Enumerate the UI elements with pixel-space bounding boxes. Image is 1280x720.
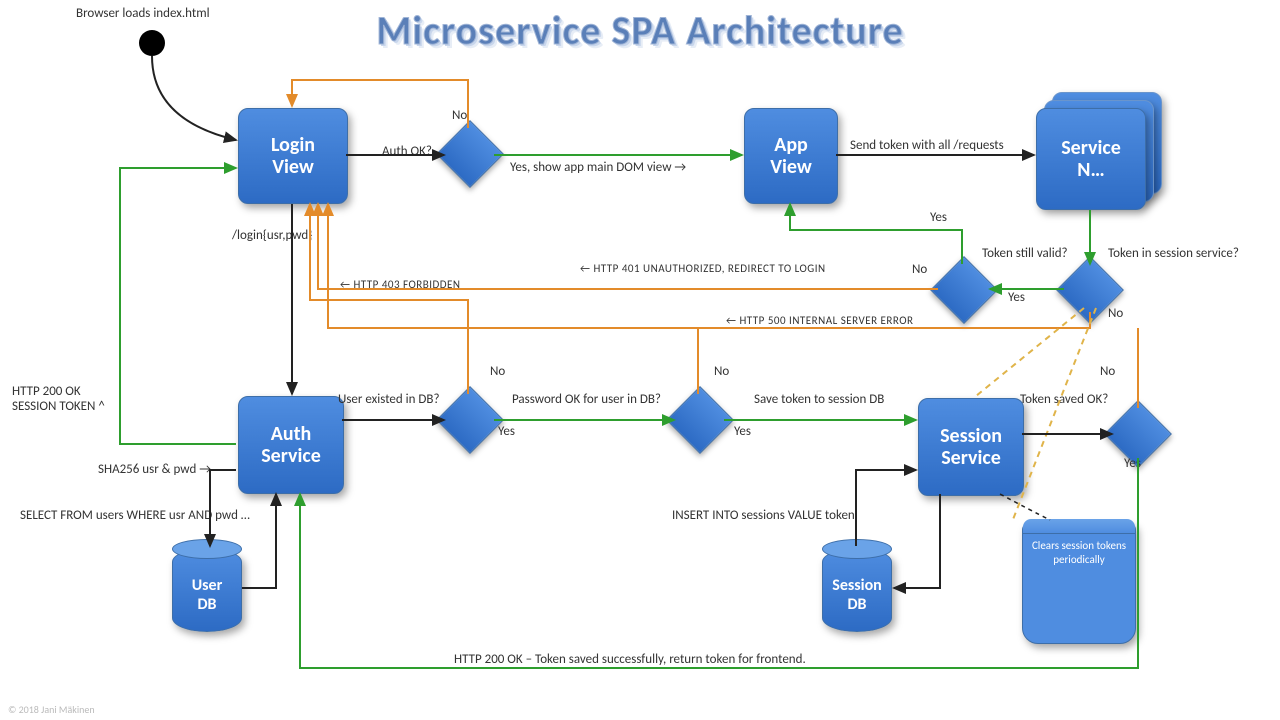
node-session-db: SessionDB <box>822 548 892 632</box>
label-yes-tis-up: Yes <box>930 210 947 225</box>
start-node <box>139 30 165 56</box>
label-login-call: /login{usr,pwd} <box>232 228 312 243</box>
decision-pwd-ok <box>666 386 734 454</box>
node-app-view: AppView <box>744 108 838 204</box>
label-insert-sessions: INSERT INTO sessions VALUE token <box>672 508 855 523</box>
label-no-tokensaved: No <box>1100 364 1115 379</box>
node-service-n: ServiceN… <box>1036 108 1146 210</box>
decision-auth-ok <box>436 120 504 188</box>
label-token-in-session: Token in session service? <box>1108 246 1239 261</box>
label-yes-tokensaved: Yes <box>1124 456 1141 471</box>
label-sha256: SHA256 usr & pwd → <box>98 462 211 477</box>
label-token-valid: Token still valid? <box>982 246 1068 261</box>
label-no-userexisted: No <box>490 364 505 379</box>
label-pwd-ok: Password OK for user in DB? <box>512 392 661 407</box>
label-http403: ← HTTP 403 FORBIDDEN <box>340 278 461 291</box>
label-no-pwdok: No <box>714 364 729 379</box>
label-http500: ← HTTP 500 INTERNAL SERVER ERROR <box>726 314 914 327</box>
label-yes-pwdok: Yes <box>734 424 751 439</box>
label-user-existed: User existed in DB? <box>338 392 440 407</box>
decision-token-valid <box>930 256 998 324</box>
label-no-authok: No <box>452 108 467 123</box>
label-yes-userexisted: Yes <box>498 424 515 439</box>
start-label: Browser loads index.html <box>76 6 210 21</box>
label-http200-saved: HTTP 200 OK – Token saved successfully, … <box>454 652 806 667</box>
label-select-users: SELECT FROM users WHERE usr AND pwd … <box>20 508 250 523</box>
node-user-db: UserDB <box>172 548 242 632</box>
label-http200-token: HTTP 200 OKSESSION TOKEN ^ <box>12 384 105 414</box>
label-yes-show-main: Yes, show app main DOM view → <box>510 160 686 175</box>
decision-user-existed <box>436 386 504 454</box>
label-yes-tokenvalid: Yes <box>1008 290 1025 305</box>
note-clears-sessions: Clears session tokens periodically <box>1022 522 1136 644</box>
footer-credit: © 2018 Jani Mäkinen <box>8 703 95 716</box>
node-auth-service: AuthService <box>238 396 344 494</box>
label-token-saved: Token saved OK? <box>1020 392 1108 407</box>
label-no-tokenvalid: No <box>912 262 927 277</box>
node-login-view: LoginView <box>238 108 348 204</box>
node-session-service: SessionService <box>918 398 1024 496</box>
label-send-token: Send token with all /requests <box>850 138 1004 153</box>
label-http401: ← HTTP 401 UNAUTHORIZED, REDIRECT TO LOG… <box>580 262 826 275</box>
label-auth-ok: Auth OK? <box>382 144 432 159</box>
label-save-token: Save token to session DB <box>754 392 884 407</box>
label-no-tis: No <box>1108 306 1123 321</box>
